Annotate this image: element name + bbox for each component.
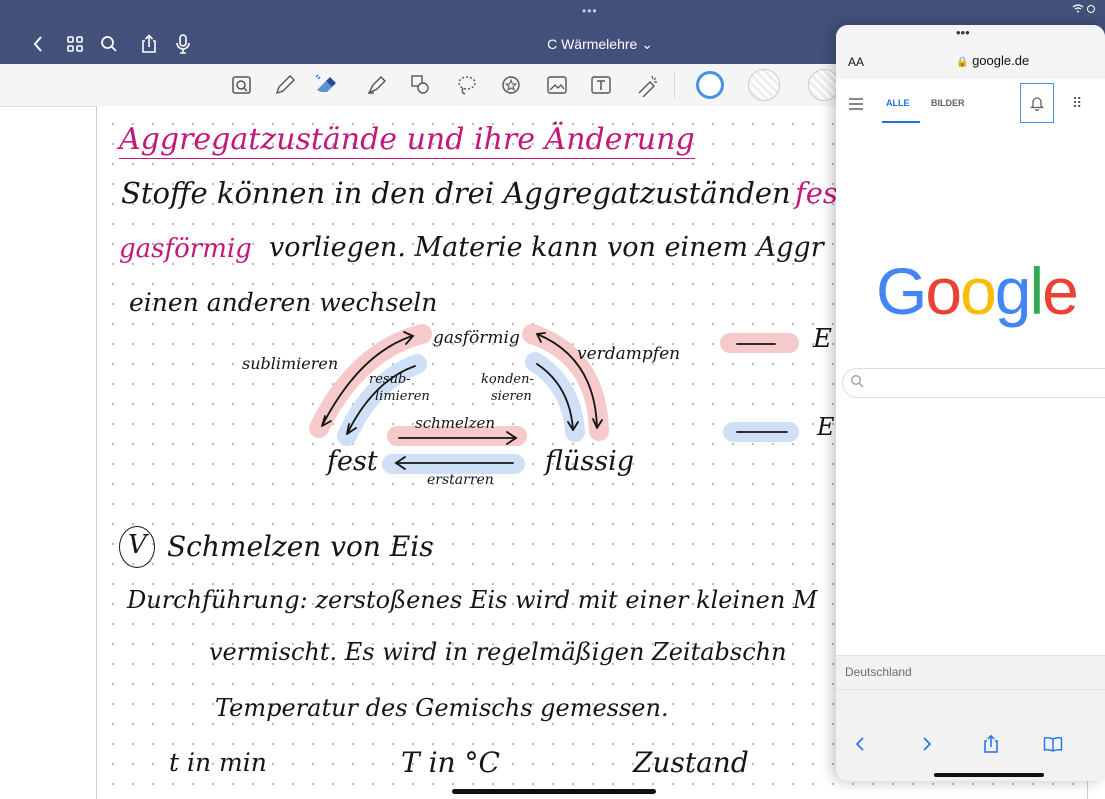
text-box-icon[interactable] [588,72,614,98]
table-header-state: Zustand [633,746,749,779]
back-chevron-icon[interactable] [849,733,871,755]
safari-slide-over[interactable]: ••• AA 🔒 google.de ALLE BILDER ⠿ Google … [836,25,1105,781]
google-logo-letter: G [876,254,927,328]
label-resublimieren-1: resub- [369,372,411,387]
document-title[interactable]: C Wärmelehre ⌄ [500,36,700,53]
procedure-line-1: Durchführung: zerstoßenes Eis wird mit e… [127,586,818,614]
tab-all[interactable]: ALLE [886,98,910,108]
color-swatch[interactable] [748,69,780,101]
google-logo: Google [876,253,1079,329]
label-fest: fest [327,446,378,477]
forward-chevron-icon[interactable] [916,733,938,755]
multitasking-dots[interactable]: ••• [582,4,598,18]
label-gasfoermig: gasförmig [433,328,520,348]
search-icon [850,374,866,390]
search-input[interactable] [842,368,1105,398]
google-apps-icon[interactable]: ⠿ [1072,95,1082,112]
label-kondensieren-2: sieren [491,389,532,404]
label-schmelzen: schmelzen [415,414,496,432]
google-logo-letter: o [925,254,962,328]
color-swatch-selected[interactable] [696,71,724,99]
table-header-time: t in min [169,748,267,777]
label-verdampfen: verdampfen [577,344,681,364]
lasso-icon[interactable] [454,72,480,98]
legend-label-2: E [817,413,835,441]
google-logo-letter: o [960,254,997,328]
legend-label-1: E [813,324,832,354]
url-field[interactable]: 🔒 google.de [956,53,1029,68]
hamburger-menu-icon[interactable] [848,97,866,111]
procedure-line-3: Temperatur des Gemischs gemessen. [215,694,669,722]
label-fluessig: flüssig [545,446,635,477]
search-icon[interactable] [98,33,120,55]
laser-pointer-icon[interactable] [634,72,660,98]
url-text: google.de [972,53,1030,68]
label-erstarren: erstarren [427,472,494,488]
toolbar-divider [674,72,675,98]
google-logo-letter: g [994,254,1032,328]
bookmarks-icon[interactable] [1042,733,1064,755]
wifi-icon [1071,4,1097,17]
experiment-marker: V [119,526,155,568]
tab-images[interactable]: BILDER [931,98,965,108]
home-indicator[interactable] [452,789,656,794]
label-resublimieren-2: limieren [375,389,430,404]
experiment-title: Schmelzen von Eis [167,530,434,563]
grid-icon[interactable] [64,33,86,55]
google-logo-letter: e [1042,254,1079,328]
label-sublimieren: sublimieren [242,354,339,373]
experiment-marker-letter: V [128,530,147,560]
footer-country: Deutschland [845,665,912,679]
safari-bottom-bar [836,689,1105,781]
table-header-temperature: T in °C [401,746,500,779]
pen-icon[interactable] [272,72,298,98]
reader-options-button[interactable]: AA [848,55,864,69]
share-icon[interactable] [138,33,160,55]
google-logo-letter: l [1029,254,1045,328]
safari-address-bar [836,25,1105,79]
microphone-icon[interactable] [172,33,194,55]
home-indicator[interactable] [934,773,1044,777]
window-drag-handle[interactable]: ••• [956,25,970,40]
chevron-left-icon[interactable] [27,33,49,55]
eraser-icon[interactable] [313,72,339,98]
label-kondensieren-1: konden- [481,372,534,387]
tab-all-indicator [882,121,920,123]
lock-icon: 🔒 [956,57,969,68]
procedure-line-2: vermischt. Es wird in regelmäßigen Zeita… [209,638,787,666]
notification-bell-icon[interactable] [1020,83,1054,123]
zoom-box-icon[interactable] [229,72,255,98]
sticker-icon[interactable] [498,72,524,98]
shapes-icon[interactable] [407,72,433,98]
image-icon[interactable] [544,72,570,98]
highlighter-icon[interactable] [364,72,390,98]
share-icon[interactable] [980,733,1002,755]
